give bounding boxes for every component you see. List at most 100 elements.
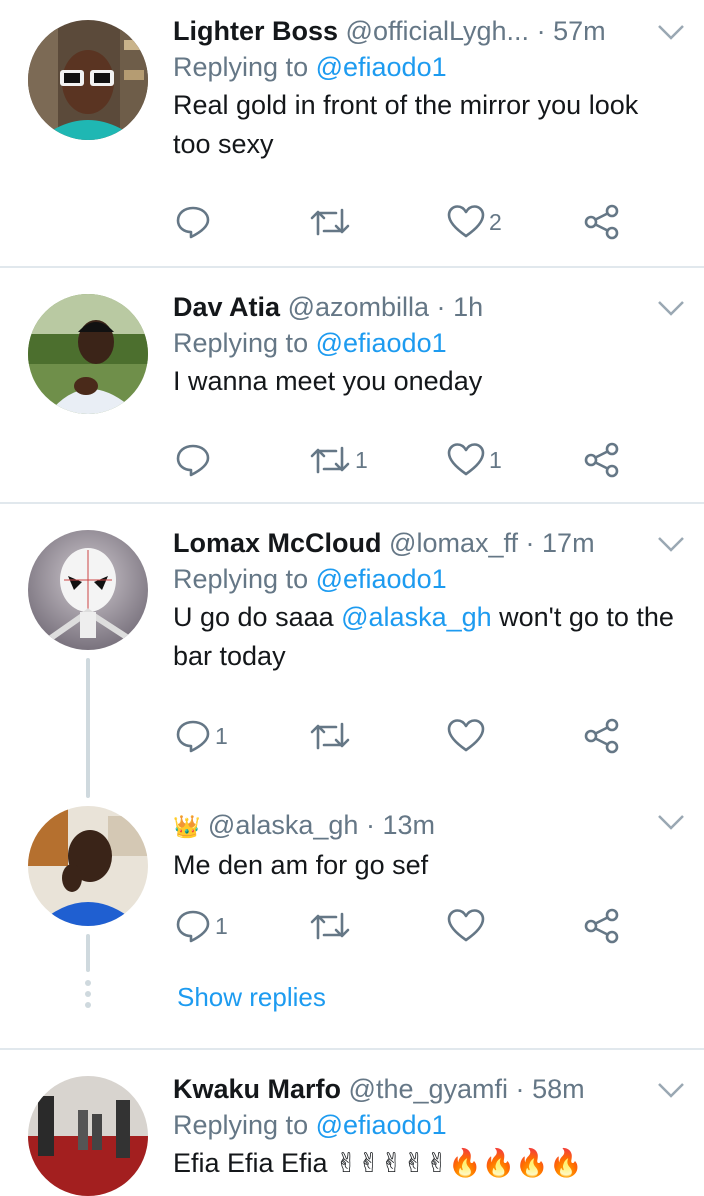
retweet-button[interactable] <box>309 200 355 244</box>
tweet-mention[interactable]: @alaska_gh <box>341 602 492 632</box>
chevron-down-icon[interactable] <box>656 812 686 832</box>
retweet-button[interactable] <box>309 904 355 948</box>
tweet-item[interactable]: Lighter Boss @officialLygh... · 57m Repl… <box>0 0 704 266</box>
user-handle[interactable]: @the_gyamfi <box>349 1074 508 1104</box>
tweet-item[interactable]: Dav Atia @azombilla · 1h Replying to @ef… <box>0 268 704 502</box>
tweet-item[interactable]: Kwaku Marfo @the_gyamfi · 58m Replying t… <box>0 1050 704 1196</box>
replying-to: Replying to @efiaodo1 <box>173 1106 684 1144</box>
retweet-icon <box>310 446 350 474</box>
separator-dot: · <box>365 810 375 840</box>
like-count: 2 <box>489 208 502 235</box>
retweet-icon <box>310 722 350 750</box>
like-icon <box>447 909 485 942</box>
avatar[interactable] <box>28 294 148 414</box>
separator-dot: · <box>536 16 546 46</box>
replying-to: Replying to @efiaodo1 <box>173 48 684 86</box>
crown-emoji[interactable]: 👑 <box>173 814 200 839</box>
timestamp[interactable]: 13m <box>382 810 435 840</box>
share-button[interactable] <box>583 200 621 244</box>
share-button[interactable] <box>583 904 621 948</box>
display-name[interactable]: Kwaku Marfo <box>173 1074 341 1104</box>
user-handle[interactable]: @azombilla <box>288 292 429 322</box>
timestamp[interactable]: 17m <box>542 528 595 558</box>
reply-count: 1 <box>215 722 228 749</box>
avatar[interactable] <box>28 806 148 926</box>
replying-prefix: Replying to <box>173 328 316 358</box>
retweet-icon <box>310 208 350 236</box>
like-icon <box>447 205 485 238</box>
share-icon <box>584 442 619 478</box>
replying-mention[interactable]: @efiaodo1 <box>316 52 447 82</box>
tweet-actions: 1 1 <box>175 438 645 482</box>
tweet-text: Me den am for go sef <box>173 850 429 880</box>
thread-ellipsis <box>84 980 92 1013</box>
retweet-icon <box>310 912 350 940</box>
chevron-down-icon[interactable] <box>656 1080 686 1100</box>
replying-prefix: Replying to <box>173 564 316 594</box>
show-replies-link[interactable]: Show replies <box>177 980 326 1014</box>
like-button[interactable]: 1 <box>447 438 502 482</box>
share-icon <box>584 908 619 944</box>
tweet-text: Real gold in front of the mirror you loo… <box>173 90 639 159</box>
separator-dot: · <box>525 528 535 558</box>
timestamp[interactable]: 58m <box>532 1074 585 1104</box>
share-button[interactable] <box>583 438 621 482</box>
tweet-actions: 1 <box>175 904 645 948</box>
tweet-item[interactable]: Lomax McCloud @lomax_ff · 17m Replying t… <box>0 504 704 798</box>
share-icon <box>584 204 619 240</box>
timestamp[interactable]: 57m <box>553 16 606 46</box>
chevron-down-icon[interactable] <box>656 22 686 42</box>
like-icon <box>447 443 485 476</box>
display-name[interactable]: Lighter Boss <box>173 16 338 46</box>
reply-button[interactable] <box>175 438 215 482</box>
display-name[interactable]: Lomax McCloud <box>173 528 382 558</box>
replying-mention[interactable]: @efiaodo1 <box>316 564 447 594</box>
like-count: 1 <box>489 446 502 473</box>
user-handle[interactable]: @officialLygh... <box>346 16 530 46</box>
reply-icon <box>176 720 210 753</box>
user-handle[interactable]: @alaska_gh <box>208 810 359 840</box>
user-handle[interactable]: @lomax_ff <box>389 528 518 558</box>
separator-dot: · <box>515 1074 525 1104</box>
reply-icon <box>176 206 210 239</box>
replying-to: Replying to @efiaodo1 <box>173 324 684 362</box>
reply-button[interactable]: 1 <box>175 714 228 758</box>
reply-count: 1 <box>215 912 228 939</box>
avatar[interactable] <box>28 1076 148 1196</box>
reply-icon <box>176 910 210 943</box>
retweet-button[interactable] <box>309 714 355 758</box>
reply-icon <box>176 444 210 477</box>
reply-button[interactable] <box>175 200 215 244</box>
like-button[interactable] <box>447 904 489 948</box>
retweet-count: 1 <box>355 446 368 473</box>
tweet-actions: 1 <box>175 714 645 758</box>
like-button[interactable] <box>447 714 489 758</box>
tweet-actions: 2 <box>175 200 645 244</box>
avatar[interactable] <box>28 20 148 140</box>
chevron-down-icon[interactable] <box>656 298 686 318</box>
like-icon <box>447 719 485 752</box>
chevron-down-icon[interactable] <box>656 534 686 554</box>
tweet-text: I wanna meet you oneday <box>173 366 483 396</box>
avatar[interactable] <box>28 530 148 650</box>
timestamp[interactable]: 1h <box>453 292 483 322</box>
tweet-header: Kwaku Marfo @the_gyamfi · 58m <box>173 1072 684 1106</box>
replying-mention[interactable]: @efiaodo1 <box>316 328 447 358</box>
replying-mention[interactable]: @efiaodo1 <box>316 1110 447 1140</box>
tweet-text-start: U go do saaa <box>173 602 342 632</box>
share-icon <box>584 718 619 754</box>
display-name[interactable]: Dav Atia <box>173 292 280 322</box>
tweet-item[interactable]: 👑 @alaska_gh · 13m Me den am for go sef … <box>0 790 704 1048</box>
replying-to: Replying to @efiaodo1 <box>173 560 684 598</box>
tweet-header: 👑 @alaska_gh · 13m <box>173 808 684 842</box>
separator-dot: · <box>436 292 446 322</box>
tweet-text: Efia Efia Efia ✌✌✌✌✌🔥🔥🔥🔥 <box>173 1148 583 1178</box>
thread-connector <box>86 658 90 798</box>
like-button[interactable]: 2 <box>447 200 502 244</box>
replying-prefix: Replying to <box>173 52 316 82</box>
retweet-button[interactable]: 1 <box>309 438 368 482</box>
reply-button[interactable]: 1 <box>175 904 228 948</box>
replying-prefix: Replying to <box>173 1110 316 1140</box>
share-button[interactable] <box>583 714 621 758</box>
tweet-header: Lighter Boss @officialLygh... · 57m <box>173 14 684 48</box>
